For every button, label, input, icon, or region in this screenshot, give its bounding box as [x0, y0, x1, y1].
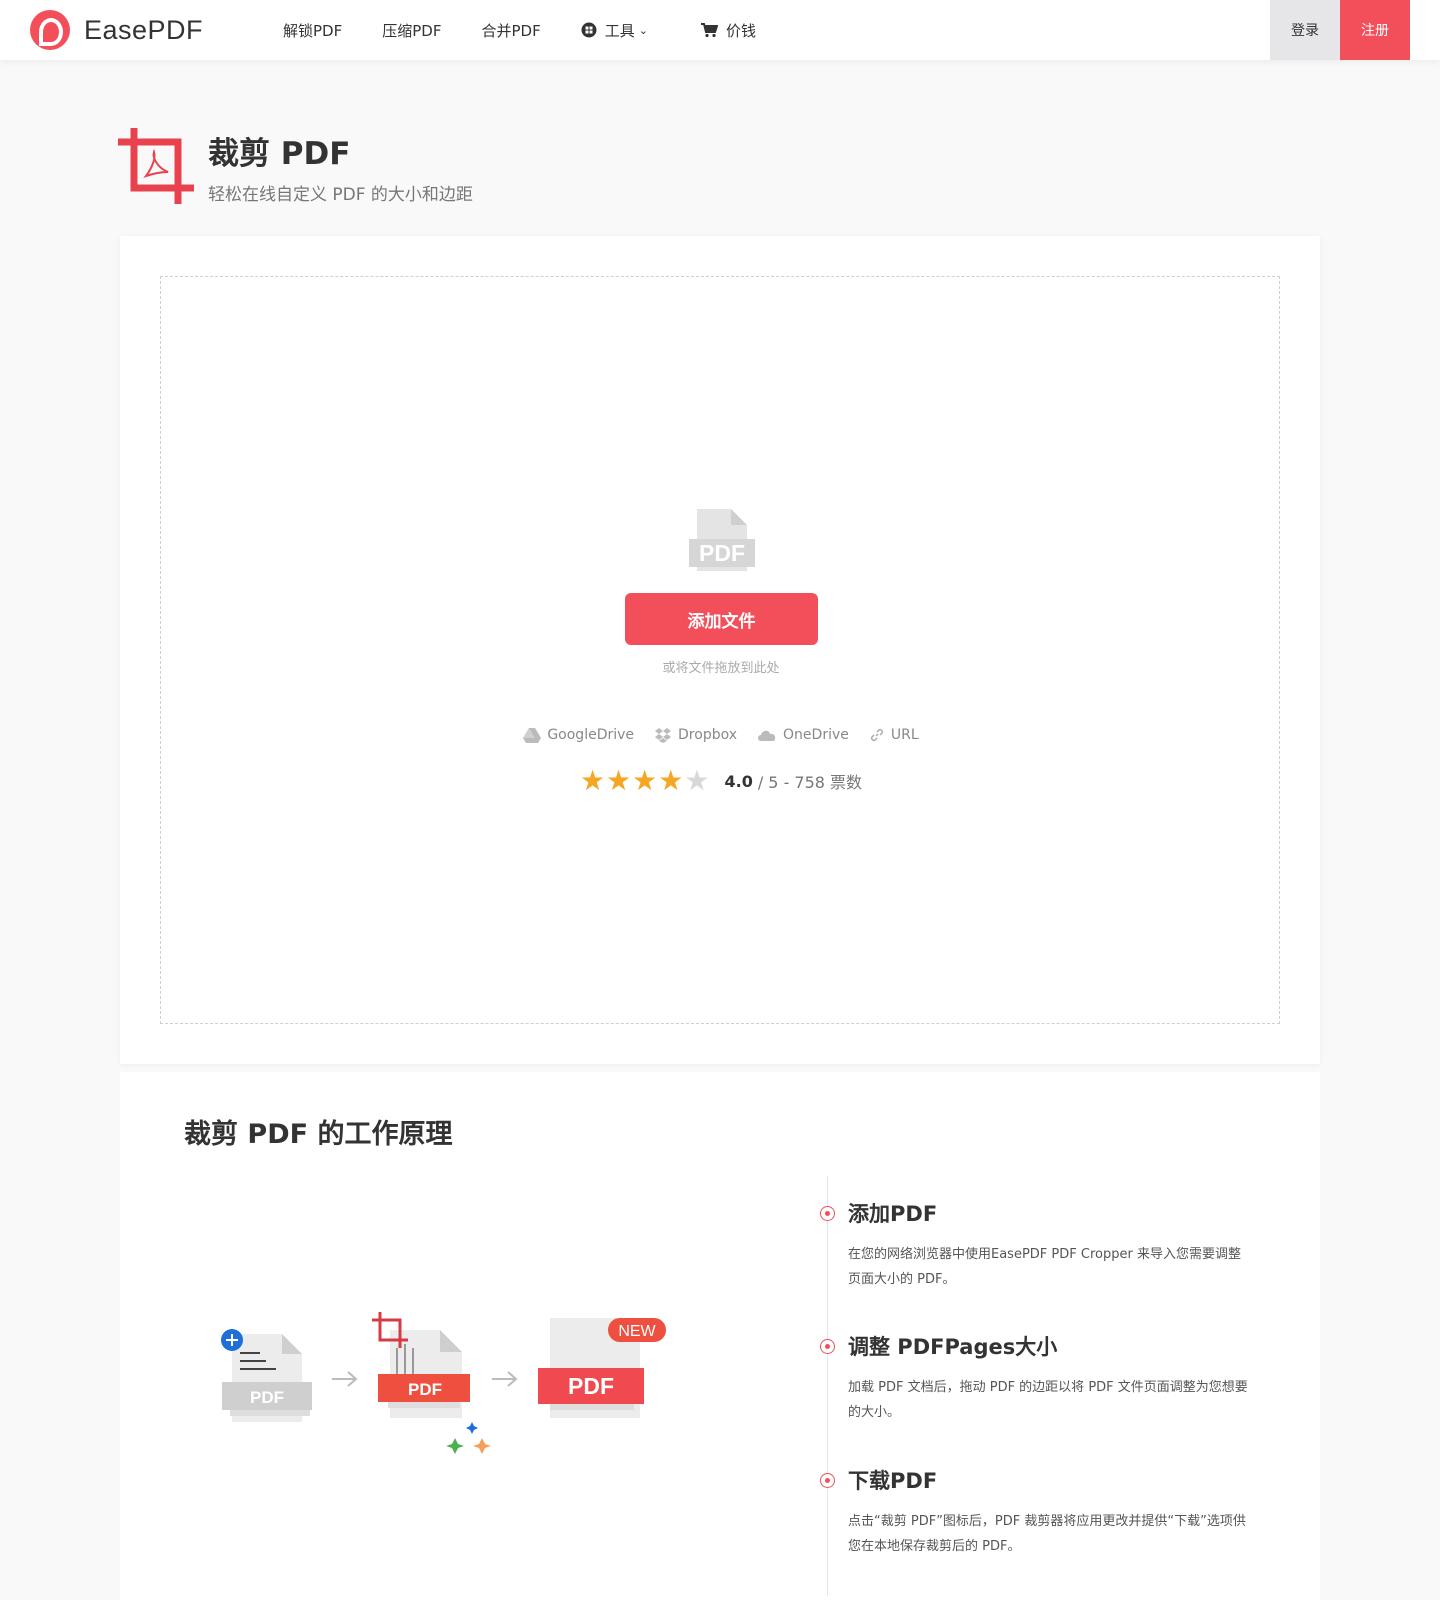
star-icon[interactable]: ★	[606, 767, 631, 795]
step-3: 下载PDF 点击“裁剪 PDF”图标后，PDF 裁剪器将应用更改并提供“下载”选…	[812, 1465, 1272, 1559]
rating-score: 4.0	[724, 771, 753, 791]
step-title: 调整 PDFPages大小	[848, 1335, 1058, 1359]
step-title: 下载PDF	[848, 1469, 938, 1493]
link-icon	[870, 728, 883, 742]
source-label: GoogleDrive	[547, 727, 635, 743]
source-label: Dropbox	[678, 727, 738, 743]
page-subtitle: 轻松在线自定义 PDF 的大小和边距	[208, 185, 473, 205]
step-dot-icon	[820, 1473, 835, 1488]
easepdf-logo-icon	[30, 10, 70, 50]
source-onedrive[interactable]: OneDrive	[757, 727, 849, 743]
rating-stars[interactable]: ★ ★ ★ ★ ★	[580, 767, 711, 795]
doc1-pdf-label: PDF	[250, 1388, 284, 1407]
page-title: 裁剪 PDF	[208, 136, 351, 172]
section-title: 裁剪 PDF 的工作原理	[184, 1119, 453, 1150]
signup-button[interactable]: 注册	[1340, 0, 1410, 60]
workflow-illustration: PDF PDF PDF NEW	[221, 1312, 666, 1454]
add-document-icon: PDF	[221, 1329, 312, 1422]
step-1: 添加PDF 在您的网络浏览器中使用EasePDF PDF Cropper 来导入…	[812, 1198, 1272, 1292]
nav-label: 工具	[604, 21, 635, 40]
nav-item-tools[interactable]: 工具 ⌄	[581, 20, 648, 41]
drop-hint-text: 或将文件拖放到此处	[662, 661, 780, 676]
rating: ★ ★ ★ ★ ★ 4.0 / 5 - 758 票数	[161, 767, 1281, 795]
cloud-sources: GoogleDrive Dropbox OneDrive URL	[161, 727, 1281, 743]
step-dot-icon	[820, 1206, 835, 1221]
nav-item-pricing[interactable]: 价钱	[700, 20, 756, 41]
step-dot-icon	[820, 1339, 835, 1354]
doc3-pdf-label: PDF	[568, 1373, 614, 1399]
pdf-placeholder-label: PDF	[699, 540, 745, 566]
step-2: 调整 PDFPages大小 加载 PDF 文档后，拖动 PDF 的边距以将 PD…	[812, 1331, 1272, 1425]
login-button[interactable]: 登录	[1270, 0, 1340, 60]
brand-name: EasePDF	[84, 14, 204, 45]
logo[interactable]: EasePDF	[30, 10, 203, 50]
top-header: EasePDF 解锁PDF 压缩PDF 合并PDF 工具 ⌄ 价钱 登录 注册	[0, 0, 1440, 60]
arrow-icon	[492, 1371, 518, 1387]
step-desc: 在您的网络浏览器中使用EasePDF PDF Cropper 来导入您需要调整页…	[848, 1247, 1241, 1287]
source-label: OneDrive	[783, 727, 849, 743]
star-icon[interactable]: ★	[684, 767, 709, 795]
source-label: URL	[890, 727, 919, 743]
doc2-pdf-label: PDF	[408, 1380, 442, 1399]
new-badge: NEW	[618, 1323, 656, 1340]
step-desc: 加载 PDF 文档后，拖动 PDF 的边距以将 PDF 文件页面调整为您想要的大…	[848, 1380, 1248, 1420]
cart-icon	[700, 23, 718, 38]
nav-label: 合并PDF	[481, 21, 541, 40]
onedrive-icon	[758, 730, 776, 741]
star-icon[interactable]: ★	[580, 767, 605, 795]
nav-label: 价钱	[725, 21, 756, 40]
dropbox-icon	[655, 728, 672, 743]
crop-document-icon: PDF	[372, 1312, 491, 1454]
rating-votes: / 5 - 758 票数	[757, 773, 863, 792]
google-drive-icon	[523, 728, 542, 743]
grid-icon	[581, 22, 597, 38]
new-document-icon: PDF NEW	[538, 1318, 666, 1418]
nav-label: 压缩PDF	[382, 21, 442, 40]
source-dropbox[interactable]: Dropbox	[654, 727, 737, 743]
pdf-file-icon: PDF	[689, 509, 755, 571]
upload-card: PDF 添加文件 或将文件拖放到此处 GoogleDrive Dropbox O…	[120, 236, 1320, 1064]
arrow-icon	[332, 1371, 358, 1387]
file-dropzone[interactable]: PDF 添加文件 或将文件拖放到此处 GoogleDrive Dropbox O…	[160, 276, 1280, 1024]
source-url[interactable]: URL	[869, 727, 919, 743]
add-file-button[interactable]: 添加文件	[625, 593, 818, 645]
source-google-drive[interactable]: GoogleDrive	[523, 727, 634, 743]
star-icon[interactable]: ★	[632, 767, 657, 795]
nav-item-unlock[interactable]: 解锁PDF	[283, 20, 342, 41]
nav-item-merge[interactable]: 合并PDF	[481, 20, 540, 41]
star-icon[interactable]: ★	[658, 767, 683, 795]
step-title: 添加PDF	[848, 1202, 938, 1226]
nav-label: 解锁PDF	[283, 21, 343, 40]
nav-item-compress[interactable]: 压缩PDF	[382, 20, 441, 41]
how-it-works-section: 裁剪 PDF 的工作原理 PDF PDF PDF NEW 添加PDF 在您的网络…	[120, 1072, 1320, 1600]
main-nav: 解锁PDF 压缩PDF 合并PDF 工具 ⌄ 价钱	[283, 0, 796, 60]
step-desc: 点击“裁剪 PDF”图标后，PDF 裁剪器将应用更改并提供“下载”选项供您在本地…	[848, 1514, 1246, 1554]
chevron-down-icon: ⌄	[638, 23, 648, 37]
crop-pdf-icon	[118, 128, 194, 204]
